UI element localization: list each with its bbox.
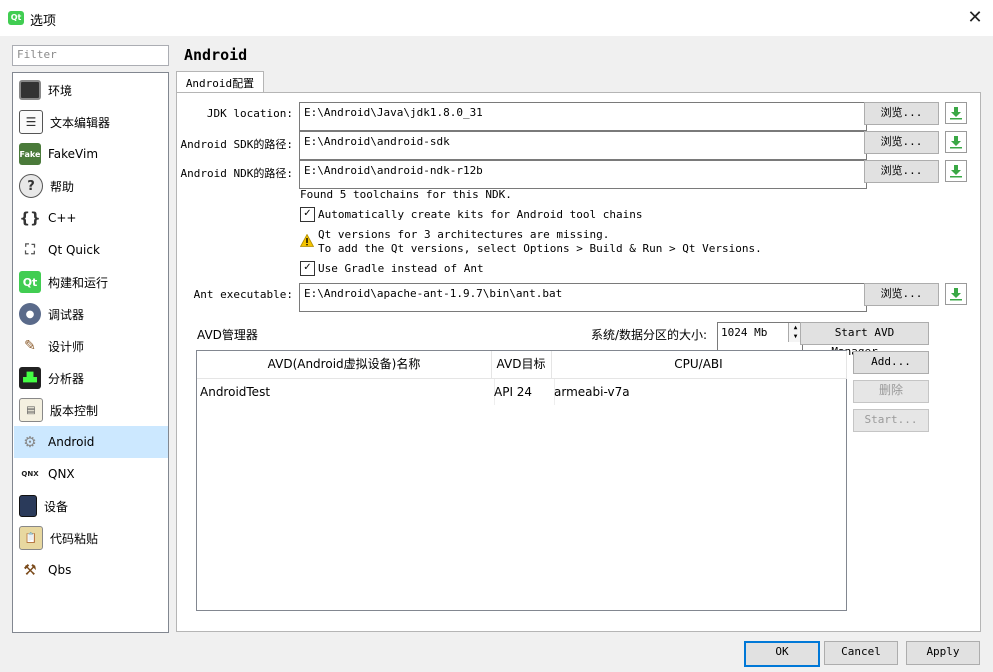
- delete-avd-button[interactable]: 删除: [853, 380, 929, 403]
- filter-input[interactable]: Filter: [12, 45, 169, 66]
- gradle-label: Use Gradle instead of Ant: [318, 262, 484, 275]
- sidebar-item-analyzer[interactable]: ▟▙ 分析器: [14, 362, 168, 394]
- toolchains-found-text: Found 5 toolchains for this NDK.: [300, 188, 512, 201]
- help-icon: ?: [19, 174, 43, 198]
- sidebar-item-designer[interactable]: ✎ 设计师: [14, 330, 168, 362]
- code-paste-icon: 📋: [19, 526, 43, 550]
- table-row[interactable]: AndroidTest API 24 armeabi-v7a: [197, 379, 846, 405]
- cancel-button[interactable]: Cancel: [824, 641, 898, 665]
- missing-qt-warning-line1: Qt versions for 3 architectures are miss…: [318, 228, 610, 241]
- qnx-icon: QNX: [21, 470, 39, 478]
- column-header-avd-name[interactable]: AVD(Android虚拟设备)名称: [197, 351, 492, 379]
- sidebar-item-debugger[interactable]: ● 调试器: [14, 298, 168, 330]
- ant-label: Ant executable:: [193, 288, 293, 301]
- sidebar-item-qt-quick[interactable]: ⛶ Qt Quick: [14, 234, 168, 266]
- designer-icon: ✎: [24, 338, 36, 354]
- avd-table: AVD(Android虚拟设备)名称 AVD目标 CPU/ABI Android…: [196, 350, 847, 611]
- auto-kits-checkbox[interactable]: ✓: [300, 207, 315, 222]
- window-title: 选项: [30, 14, 57, 29]
- device-icon: [19, 495, 37, 517]
- start-avd-manager-button[interactable]: Start AVD Manager...: [800, 322, 929, 358]
- tab-android-config[interactable]: Android配置: [176, 71, 264, 93]
- column-header-avd-target[interactable]: AVD目标: [491, 351, 552, 379]
- ant-download-icon[interactable]: [945, 283, 967, 305]
- sidebar-item-devices[interactable]: 设备: [14, 490, 168, 522]
- gradle-checkbox[interactable]: ✓: [300, 261, 315, 276]
- avd-abi-cell: armeabi-v7a: [554, 385, 630, 399]
- start-avd-button[interactable]: Start...: [853, 409, 929, 432]
- sidebar-item-android[interactable]: ⚙ Android: [14, 426, 168, 458]
- sidebar-item-environment[interactable]: 环境: [14, 74, 168, 106]
- page-title: Android: [184, 46, 248, 64]
- jdk-browse-button[interactable]: 浏览...: [864, 102, 939, 125]
- braces-icon: {}: [19, 209, 41, 227]
- partition-size-label: 系统/数据分区的大小:: [591, 328, 708, 342]
- sidebar-item-help[interactable]: ? 帮助: [14, 170, 168, 202]
- version-control-icon: ▤: [19, 398, 43, 422]
- sidebar-item-cpp[interactable]: {} C++: [14, 202, 168, 234]
- ndk-path-field[interactable]: E:\Android\android-ndk-r12b: [299, 160, 867, 189]
- column-header-cpu-abi[interactable]: CPU/ABI: [551, 351, 847, 379]
- ndk-label: Android NDK的路径:: [180, 167, 293, 180]
- avd-manager-title: AVD管理器: [197, 328, 258, 342]
- avd-name-cell: AndroidTest: [197, 379, 495, 405]
- sidebar-item-qbs[interactable]: ⚒ Qbs: [14, 554, 168, 586]
- fakevim-icon: Fake: [19, 143, 41, 165]
- missing-qt-warning-line2: To add the Qt versions, select Options >…: [318, 242, 762, 255]
- debugger-icon: ●: [19, 303, 41, 325]
- monitor-icon: [19, 80, 41, 100]
- qt-quick-icon: ⛶: [25, 242, 35, 258]
- android-icon: ⚙: [23, 433, 37, 451]
- hammer-icon: ⚒: [23, 561, 37, 579]
- ok-button[interactable]: OK: [744, 641, 820, 667]
- close-icon[interactable]: ✕: [962, 6, 988, 30]
- sidebar-item-qnx[interactable]: QNX QNX: [14, 458, 168, 490]
- text-editor-icon: ☰: [19, 110, 43, 134]
- sdk-download-icon[interactable]: [945, 131, 967, 153]
- jdk-download-icon[interactable]: [945, 102, 967, 124]
- sidebar-item-fakevim[interactable]: Fake FakeVim: [14, 138, 168, 170]
- apply-button[interactable]: Apply: [906, 641, 980, 665]
- warning-icon: [299, 233, 315, 250]
- sidebar-item-build-run[interactable]: Qt 构建和运行: [14, 266, 168, 298]
- sidebar-item-version-control[interactable]: ▤ 版本控制: [14, 394, 168, 426]
- partition-size-value: 1024 Mb: [721, 326, 768, 339]
- sdk-browse-button[interactable]: 浏览...: [864, 131, 939, 154]
- add-avd-button[interactable]: Add...: [853, 351, 929, 374]
- build-run-icon: Qt: [19, 271, 41, 293]
- qt-logo-icon: Qt: [8, 11, 24, 25]
- jdk-label: JDK location:: [206, 107, 293, 120]
- ant-executable-field[interactable]: E:\Android\apache-ant-1.9.7\bin\ant.bat: [299, 283, 867, 312]
- title-bar: Qt 选项 ✕: [0, 0, 993, 36]
- options-sidebar: 环境 ☰ 文本编辑器 Fake FakeVim ? 帮助 {} C++ ⛶ Qt…: [12, 72, 169, 633]
- ant-browse-button[interactable]: 浏览...: [864, 283, 939, 306]
- sidebar-item-code-paste[interactable]: 📋 代码粘贴: [14, 522, 168, 554]
- ndk-browse-button[interactable]: 浏览...: [864, 160, 939, 183]
- partition-size-spinbox[interactable]: 1024 Mb ▲ ▼: [717, 322, 803, 351]
- jdk-location-field[interactable]: E:\Android\Java\jdk1.8.0_31: [299, 102, 867, 131]
- sdk-label: Android SDK的路径:: [180, 138, 293, 151]
- sidebar-item-text-editor[interactable]: ☰ 文本编辑器: [14, 106, 168, 138]
- auto-kits-label: Automatically create kits for Android to…: [318, 208, 643, 221]
- sdk-path-field[interactable]: E:\Android\android-sdk: [299, 131, 867, 160]
- analyzer-icon: ▟▙: [19, 367, 41, 389]
- avd-target-cell: API 24: [491, 379, 555, 405]
- ndk-download-icon[interactable]: [945, 160, 967, 182]
